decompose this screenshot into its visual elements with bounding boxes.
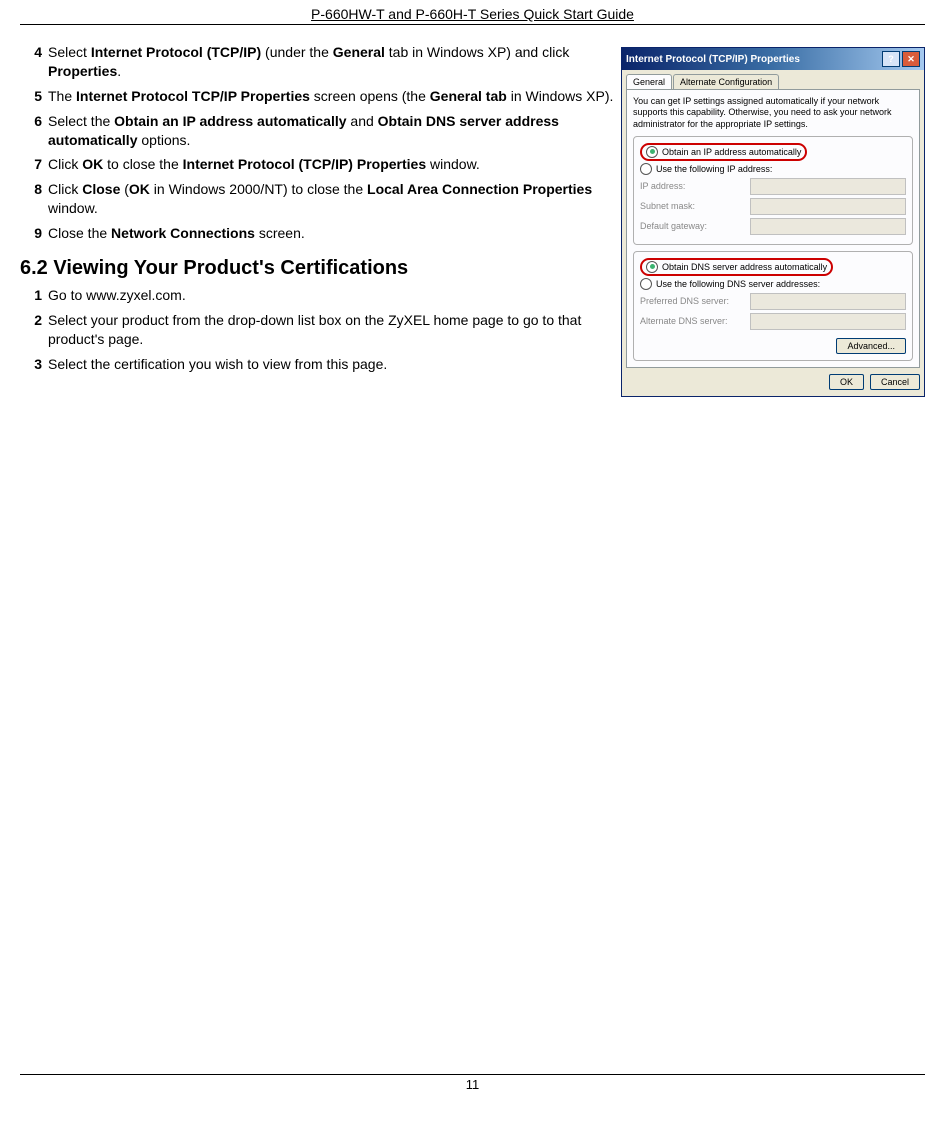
page-header: P-660HW-T and P-660H-T Series Quick Star… <box>20 0 925 25</box>
radio-obtain-ip[interactable] <box>646 146 658 158</box>
alt-dns-field[interactable] <box>750 313 906 330</box>
step-text: The Internet Protocol TCP/IP Properties … <box>48 87 620 106</box>
step-number: 7 <box>20 155 42 174</box>
step-number: 4 <box>20 43 42 81</box>
step-item: 6Select the Obtain an IP address automat… <box>20 112 620 150</box>
step-item: 4Select Internet Protocol (TCP/IP) (unde… <box>20 43 620 81</box>
radio-obtain-dns[interactable] <box>646 261 658 273</box>
step-text: Select Internet Protocol (TCP/IP) (under… <box>48 43 620 81</box>
step-number: 5 <box>20 87 42 106</box>
ip-address-field[interactable] <box>750 178 906 195</box>
step-number: 2 <box>20 311 42 349</box>
step-number: 3 <box>20 355 42 374</box>
tab-alternate[interactable]: Alternate Configuration <box>673 74 779 89</box>
step-number: 9 <box>20 224 42 243</box>
radio-obtain-ip-label: Obtain an IP address automatically <box>662 147 801 157</box>
advanced-button[interactable]: Advanced... <box>836 338 906 354</box>
step-text: Click OK to close the Internet Protocol … <box>48 155 620 174</box>
step-text: Select the Obtain an IP address automati… <box>48 112 620 150</box>
radio-obtain-dns-label: Obtain DNS server address automatically <box>662 262 827 272</box>
step-item: 3 Select the certification you wish to vi… <box>20 355 620 374</box>
dialog-titlebar: Internet Protocol (TCP/IP) Properties ? … <box>622 48 924 70</box>
gateway-field[interactable] <box>750 218 906 235</box>
step-item: 8Click Close (OK in Windows 2000/NT) to … <box>20 180 620 218</box>
step-item: 2Select your product from the drop-down … <box>20 311 620 349</box>
close-button[interactable]: ✕ <box>902 51 920 67</box>
step-number: 8 <box>20 180 42 218</box>
step-text: Go to www.zyxel.com. <box>48 286 620 305</box>
radio-static-dns[interactable] <box>640 278 652 290</box>
radio-static-ip[interactable] <box>640 163 652 175</box>
step-number: 6 <box>20 112 42 150</box>
step-item: 5 The Internet Protocol TCP/IP Properties… <box>20 87 620 106</box>
highlight-circle: Obtain DNS server address automatically <box>640 258 833 276</box>
radio-static-dns-label: Use the following DNS server addresses: <box>656 279 820 289</box>
ip-address-label: IP address: <box>640 181 750 191</box>
step-text: Select your product from the drop-down l… <box>48 311 620 349</box>
highlight-circle: Obtain an IP address automatically <box>640 143 807 161</box>
tab-general[interactable]: General <box>626 74 672 89</box>
cancel-button[interactable]: Cancel <box>870 374 920 390</box>
step-item: 7 Click OK to close the Internet Protocol… <box>20 155 620 174</box>
ip-group: Obtain an IP address automatically Use t… <box>633 136 913 245</box>
radio-static-ip-label: Use the following IP address: <box>656 164 772 174</box>
subnet-label: Subnet mask: <box>640 201 750 211</box>
step-text: Close the Network Connections screen. <box>48 224 620 243</box>
help-button[interactable]: ? <box>882 51 900 67</box>
gateway-label: Default gateway: <box>640 221 750 231</box>
step-number: 1 <box>20 286 42 305</box>
step-text: Select the certification you wish to vie… <box>48 355 620 374</box>
page-number: 11 <box>20 1074 925 1092</box>
step-text: Click Close (OK in Windows 2000/NT) to c… <box>48 180 620 218</box>
pref-dns-field[interactable] <box>750 293 906 310</box>
dns-group: Obtain DNS server address automatically … <box>633 251 913 361</box>
section-heading: 6.2 Viewing Your Product's Certification… <box>20 257 620 280</box>
dialog-description: You can get IP settings assigned automat… <box>633 96 913 130</box>
tcpip-properties-dialog: Internet Protocol (TCP/IP) Properties ? … <box>621 47 925 397</box>
ok-button[interactable]: OK <box>829 374 864 390</box>
alt-dns-label: Alternate DNS server: <box>640 316 750 326</box>
subnet-field[interactable] <box>750 198 906 215</box>
step-item: 9 Close the Network Connections screen. <box>20 224 620 243</box>
pref-dns-label: Preferred DNS server: <box>640 296 750 306</box>
step-item: 1 Go to www.zyxel.com. <box>20 286 620 305</box>
dialog-title: Internet Protocol (TCP/IP) Properties <box>626 54 880 65</box>
